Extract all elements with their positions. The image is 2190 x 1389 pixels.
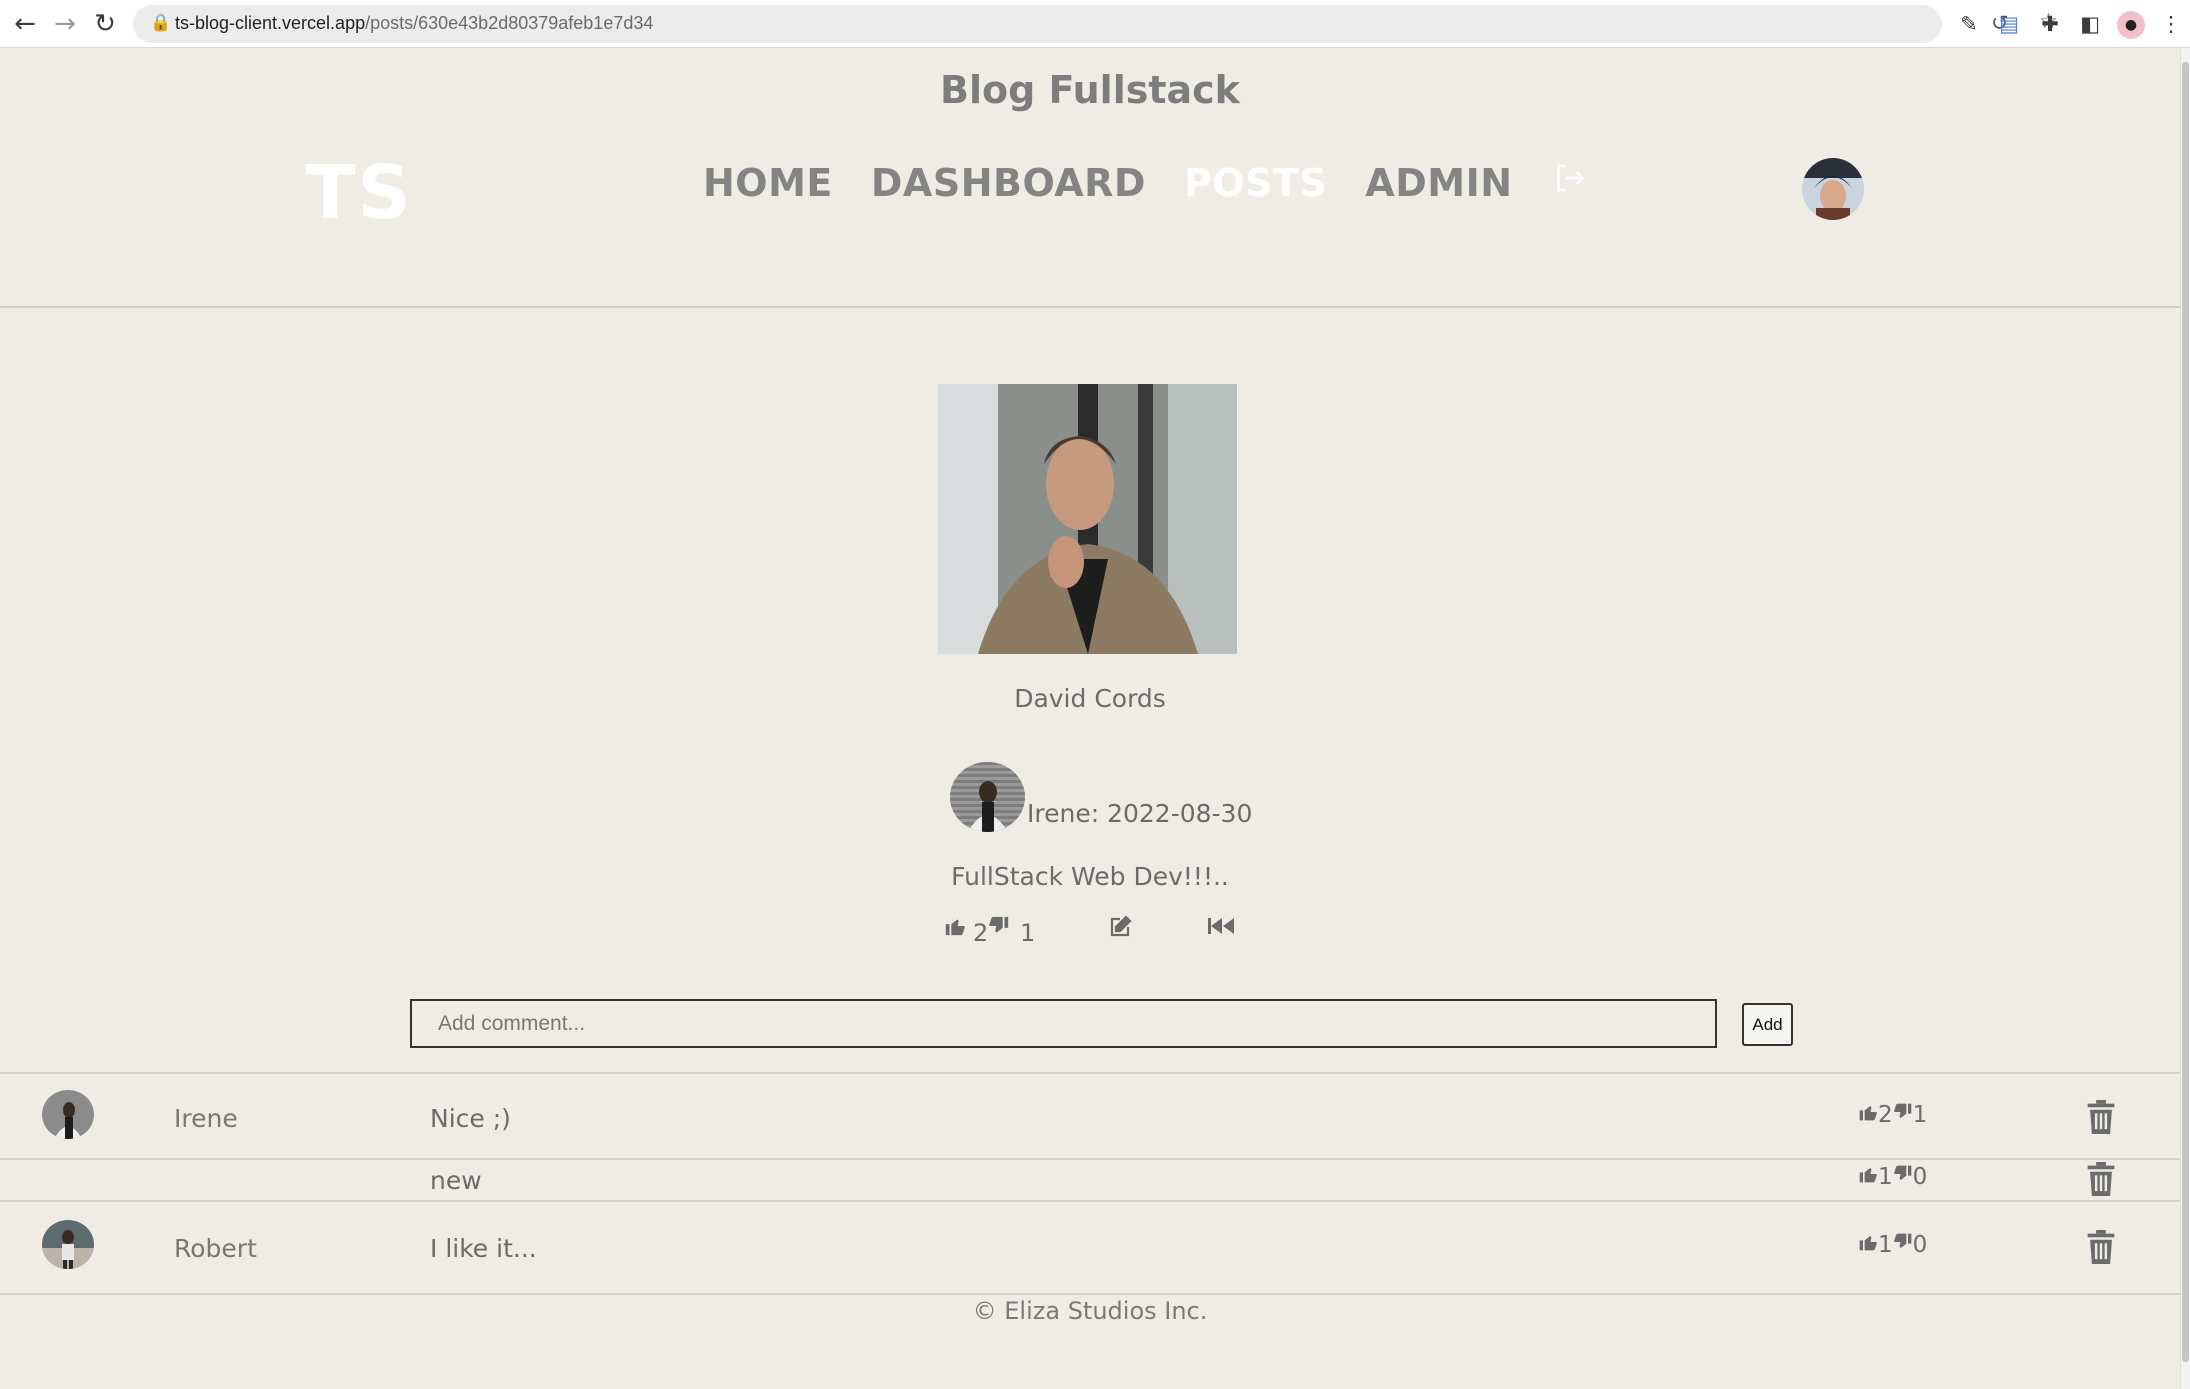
browser-profile-icon[interactable]: ● <box>2117 11 2145 39</box>
comment-dislike-count: 0 <box>1912 1164 1928 1190</box>
trash-icon[interactable] <box>2086 1100 2116 1134</box>
translate-icon[interactable]: ▤ <box>1994 9 2024 39</box>
comment-row: Robert I like it... 10 <box>0 1200 2180 1293</box>
eyedropper-icon[interactable]: ✎ <box>1954 9 1984 39</box>
dislike-icon[interactable] <box>1893 1232 1913 1252</box>
dislike-icon[interactable] <box>1893 1102 1913 1122</box>
comment-user: Robert <box>174 1234 257 1263</box>
header-divider <box>0 306 2180 308</box>
address-bar[interactable]: 🔒 ts-blog-client.vercel.app/posts/630e43… <box>133 5 2058 43</box>
comment-dislike-count: 0 <box>1912 1232 1928 1258</box>
post-title: David Cords <box>1014 684 1166 713</box>
dislike-icon[interactable] <box>1893 1164 1913 1184</box>
like-icon[interactable] <box>1858 1102 1878 1122</box>
author-avatar <box>950 762 1025 832</box>
comment-text: new <box>430 1166 482 1195</box>
nav-posts[interactable]: POSTS <box>1184 161 1327 205</box>
comment-avatar <box>42 1090 94 1139</box>
user-avatar[interactable] <box>1802 158 1864 220</box>
footer-copyright: © Eliza Studios Inc. <box>972 1297 1208 1325</box>
comment-like-count: 1 <box>1878 1164 1893 1190</box>
comment-votes: 10 <box>1858 1164 1927 1190</box>
scrollbar[interactable] <box>2180 48 2190 1389</box>
like-icon[interactable] <box>1858 1232 1878 1252</box>
logo[interactable]: TS <box>305 150 413 236</box>
comment-avatar <box>42 1220 94 1269</box>
nav-home[interactable]: HOME <box>703 161 833 205</box>
back-to-start-icon[interactable] <box>1207 915 1235 943</box>
dislike-icon[interactable] <box>988 915 1010 943</box>
scroll-thumb[interactable] <box>2182 62 2189 1362</box>
add-comment-button[interactable]: Add <box>1742 1003 1793 1046</box>
author-date: Irene: 2022-08-30 <box>1027 799 1253 828</box>
comment-row: new 10 <box>0 1158 2180 1200</box>
post-description: FullStack Web Dev!!!.. <box>951 862 1229 891</box>
like-icon[interactable] <box>944 915 966 943</box>
comment-votes: 21 <box>1858 1102 1927 1128</box>
forward-icon[interactable]: → <box>47 8 83 40</box>
trash-icon[interactable] <box>2086 1230 2116 1264</box>
footer-divider <box>0 1293 2180 1295</box>
trash-icon[interactable] <box>2086 1162 2116 1196</box>
nav-dashboard[interactable]: DASHBOARD <box>871 161 1146 205</box>
comment-text: Nice ;) <box>430 1104 511 1133</box>
comment-input[interactable] <box>410 999 1717 1048</box>
site-title: Blog Fullstack <box>940 68 1240 112</box>
browser-toolbar: ← → ↻ 🔒 ts-blog-client.vercel.app/posts/… <box>0 0 2190 48</box>
post-dislike-count: 1 <box>1020 919 1036 947</box>
comment-dislike-count: 1 <box>1912 1102 1928 1128</box>
logout-icon[interactable] <box>1551 160 1587 205</box>
extensions-icon[interactable]: ✚ <box>2035 9 2065 39</box>
menu-dots-icon[interactable]: ⋮ <box>2156 9 2186 39</box>
like-icon[interactable] <box>1858 1164 1878 1184</box>
nav-admin[interactable]: ADMIN <box>1365 161 1512 205</box>
comment-row: Irene Nice ;) 21 <box>0 1072 2180 1158</box>
comment-user: Irene <box>174 1104 238 1133</box>
comment-text: I like it... <box>430 1234 537 1263</box>
main-nav: HOME DASHBOARD POSTS ADMIN <box>703 160 1587 205</box>
comment-like-count: 1 <box>1878 1232 1893 1258</box>
side-panel-icon[interactable]: ◧ <box>2075 9 2105 39</box>
post-author: Irene: 2022-08-30 <box>950 762 1252 832</box>
edit-icon[interactable] <box>1107 915 1133 945</box>
post-image <box>938 384 1237 654</box>
post-actions: 2 1 <box>944 915 1244 949</box>
lock-icon: 🔒 <box>150 13 172 33</box>
comment-like-count: 2 <box>1878 1102 1893 1128</box>
url-text: ts-blog-client.vercel.app/posts/630e43b2… <box>175 13 654 33</box>
reload-icon[interactable]: ↻ <box>87 8 123 40</box>
post-like-count: 2 <box>973 919 989 947</box>
comment-votes: 10 <box>1858 1232 1927 1258</box>
back-icon[interactable]: ← <box>7 8 43 40</box>
